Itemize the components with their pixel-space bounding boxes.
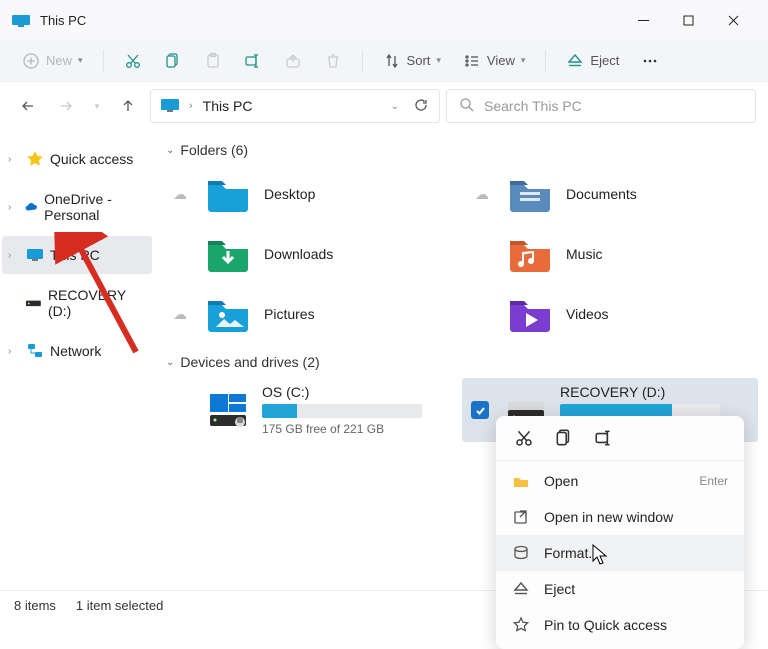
checkbox-checked-icon[interactable] bbox=[471, 401, 489, 419]
sidebar-item-network[interactable]: › Network bbox=[2, 332, 152, 370]
drive-icon bbox=[25, 294, 42, 312]
monitor-icon bbox=[26, 246, 44, 264]
desktop-folder-icon bbox=[206, 175, 250, 213]
documents-folder-icon bbox=[508, 175, 552, 213]
back-button[interactable] bbox=[12, 90, 44, 122]
trash-icon bbox=[324, 52, 342, 70]
scissors-icon bbox=[124, 52, 142, 70]
ctx-format[interactable]: Format... bbox=[496, 535, 744, 571]
cloud-sync-icon: ☁ bbox=[168, 306, 192, 323]
sidebar-item-quick-access[interactable]: › Quick access bbox=[2, 140, 152, 178]
sort-button[interactable]: Sort ▾ bbox=[375, 45, 449, 77]
view-icon bbox=[463, 52, 481, 70]
expand-icon[interactable]: › bbox=[8, 154, 20, 165]
sidebar-item-onedrive[interactable]: › OneDrive - Personal bbox=[2, 188, 152, 226]
rename-button[interactable] bbox=[236, 45, 270, 77]
folder-downloads[interactable]: Downloads bbox=[164, 226, 456, 282]
share-button[interactable] bbox=[276, 45, 310, 77]
cut-button[interactable] bbox=[116, 45, 150, 77]
copy-button[interactable] bbox=[554, 428, 574, 448]
view-button[interactable]: View ▾ bbox=[455, 45, 533, 77]
item-count: 8 items bbox=[14, 598, 56, 613]
breadcrumb-chevron[interactable]: › bbox=[189, 100, 193, 112]
drive-os-c[interactable]: OS (C:) 175 GB free of 221 GB bbox=[164, 378, 460, 442]
chevron-down-icon: ▾ bbox=[436, 55, 441, 66]
drives-group-header[interactable]: ⌄ Devices and drives (2) bbox=[166, 354, 758, 370]
folder-videos[interactable]: Videos bbox=[466, 286, 758, 342]
cloud-sync-icon: ☁ bbox=[470, 186, 494, 203]
eject-button[interactable]: Eject bbox=[558, 45, 627, 77]
address-bar[interactable]: › This PC ⌄ bbox=[150, 89, 440, 123]
folders-group-header[interactable]: ⌄ Folders (6) bbox=[166, 142, 758, 158]
more-button[interactable] bbox=[633, 45, 667, 77]
window-title: This PC bbox=[40, 13, 86, 28]
folder-desktop[interactable]: ☁ Desktop bbox=[164, 166, 456, 222]
new-button[interactable]: New ▾ bbox=[14, 45, 91, 77]
folder-pictures[interactable]: ☁ Pictures bbox=[164, 286, 456, 342]
os-drive-icon bbox=[208, 392, 248, 428]
context-menu: Open Enter Open in new window Format... … bbox=[496, 416, 744, 649]
address-dropdown[interactable]: ⌄ bbox=[391, 101, 399, 112]
folder-open-icon bbox=[512, 472, 530, 490]
ctx-eject[interactable]: Eject bbox=[496, 571, 744, 607]
maximize-button[interactable] bbox=[666, 5, 711, 35]
collapse-icon[interactable]: ⌄ bbox=[166, 145, 174, 156]
breadcrumb-location[interactable]: This PC bbox=[203, 98, 253, 114]
videos-folder-icon bbox=[508, 295, 552, 333]
ctx-open-new-window[interactable]: Open in new window bbox=[496, 499, 744, 535]
close-button[interactable] bbox=[711, 5, 756, 35]
navigation-pane: › Quick access › OneDrive - Personal › T… bbox=[0, 130, 154, 590]
paste-button[interactable] bbox=[196, 45, 230, 77]
format-drive-icon bbox=[512, 544, 530, 562]
app-icon bbox=[12, 13, 30, 27]
chevron-down-icon: ▾ bbox=[521, 55, 526, 66]
minimize-button[interactable] bbox=[621, 5, 666, 35]
folder-documents[interactable]: ☁ Documents bbox=[466, 166, 758, 222]
copy-button[interactable] bbox=[156, 45, 190, 77]
network-icon bbox=[26, 342, 44, 360]
clipboard-icon bbox=[204, 52, 222, 70]
monitor-icon bbox=[161, 98, 179, 115]
search-input[interactable] bbox=[484, 98, 743, 114]
chevron-down-icon: ▾ bbox=[78, 55, 83, 66]
cut-button[interactable] bbox=[514, 428, 534, 448]
cloud-icon bbox=[24, 198, 38, 216]
copy-icon bbox=[164, 52, 182, 70]
collapse-icon[interactable]: ⌄ bbox=[166, 357, 174, 368]
delete-button[interactable] bbox=[316, 45, 350, 77]
capacity-bar bbox=[262, 404, 422, 418]
expand-icon[interactable]: › bbox=[8, 202, 18, 213]
star-outline-icon bbox=[512, 616, 530, 634]
search-icon bbox=[459, 97, 474, 115]
recent-button[interactable]: ▾ bbox=[88, 90, 106, 122]
search-box[interactable] bbox=[446, 89, 756, 123]
refresh-button[interactable] bbox=[413, 97, 429, 116]
eject-icon bbox=[512, 580, 530, 598]
ctx-pin-quick-access[interactable]: Pin to Quick access bbox=[496, 607, 744, 643]
expand-icon[interactable]: › bbox=[8, 250, 20, 261]
rename-button[interactable] bbox=[594, 428, 614, 448]
folder-music[interactable]: Music bbox=[466, 226, 758, 282]
new-window-icon bbox=[512, 508, 530, 526]
music-folder-icon bbox=[508, 235, 552, 273]
sort-icon bbox=[383, 52, 401, 70]
pictures-folder-icon bbox=[206, 295, 250, 333]
up-button[interactable] bbox=[112, 90, 144, 122]
star-icon bbox=[26, 150, 44, 168]
share-icon bbox=[284, 52, 302, 70]
plus-circle-icon bbox=[22, 52, 40, 70]
ctx-open[interactable]: Open Enter bbox=[496, 463, 744, 499]
downloads-folder-icon bbox=[206, 235, 250, 273]
cloud-sync-icon: ☁ bbox=[168, 186, 192, 203]
forward-button[interactable] bbox=[50, 90, 82, 122]
selection-count: 1 item selected bbox=[76, 598, 163, 613]
sidebar-item-recovery-drive[interactable]: › RECOVERY (D:) bbox=[2, 284, 152, 322]
rename-icon bbox=[244, 52, 262, 70]
sidebar-item-this-pc[interactable]: › This PC bbox=[2, 236, 152, 274]
expand-icon[interactable]: › bbox=[8, 346, 20, 357]
eject-icon bbox=[566, 52, 584, 70]
ellipsis-icon bbox=[641, 52, 659, 70]
